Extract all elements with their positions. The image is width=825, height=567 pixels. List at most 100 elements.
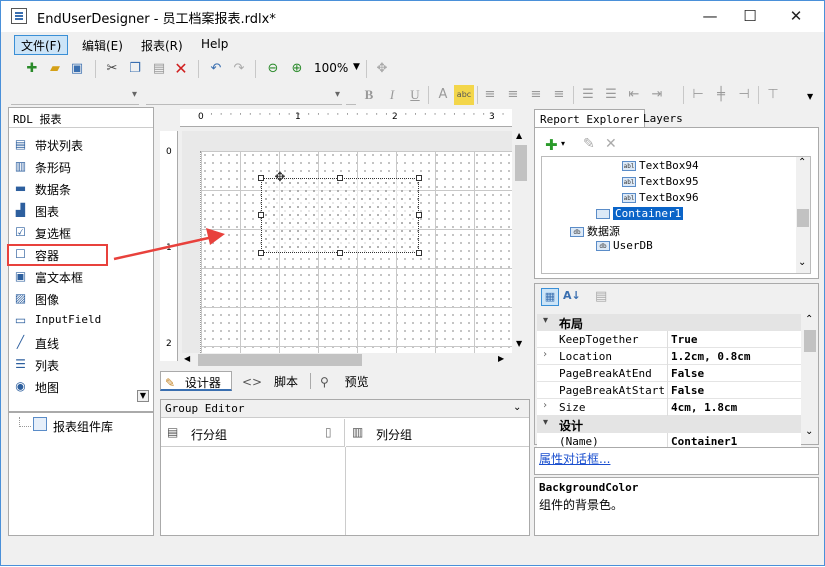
zoom-in-icon[interactable]: ⊕ — [287, 59, 307, 79]
indent-icon[interactable]: ⇥ — [647, 85, 667, 105]
canvas-horizontal-scrollbar[interactable]: ◀ ▶ — [182, 353, 512, 367]
collapse-icon[interactable]: ▾ — [543, 315, 548, 326]
tree-node[interactable]: abl TextBox95 — [622, 175, 699, 191]
property-row[interactable]: PageBreakAtStart False — [537, 382, 801, 399]
property-row[interactable]: KeepTogether True — [537, 331, 801, 348]
property-value[interactable]: False — [671, 384, 704, 397]
move-handle-icon[interactable]: ✥ — [273, 171, 287, 185]
tree-node[interactable]: Container1 — [596, 207, 684, 223]
align-left-icon[interactable]: ≡ — [480, 85, 500, 105]
resize-handle[interactable] — [337, 250, 343, 256]
resize-handle[interactable] — [258, 175, 264, 181]
remove-icon[interactable]: ✕ — [605, 136, 617, 152]
scroll-thumb[interactable] — [804, 330, 816, 352]
tab-layers[interactable]: Layers — [638, 109, 688, 129]
zoom-out-icon[interactable]: ⊖ — [263, 59, 283, 79]
menu-edit[interactable]: 编辑(E) — [75, 35, 130, 55]
size-combo[interactable] — [346, 85, 356, 105]
resize-handle[interactable] — [258, 212, 264, 218]
resize-handle[interactable] — [337, 175, 343, 181]
container-control[interactable] — [261, 178, 419, 253]
open-folder-icon[interactable]: ▰ — [45, 59, 65, 79]
zoom-level[interactable]: 100% — [314, 61, 348, 75]
scroll-down-icon[interactable]: ⌄ — [798, 257, 806, 268]
resize-handle[interactable] — [416, 250, 422, 256]
property-dialog-link[interactable]: 属性对话框... — [539, 450, 610, 467]
property-category[interactable]: ▾ 布局 — [537, 314, 801, 331]
style-combo[interactable]: ▾ — [11, 85, 139, 105]
property-value[interactable]: True — [671, 333, 698, 346]
numbered-list-icon[interactable]: ☰ — [601, 85, 621, 105]
property-row[interactable]: › Location 1.2cm, 0.8cm — [537, 348, 801, 365]
library-label[interactable]: 报表组件库 — [53, 418, 113, 435]
delete-icon[interactable]: ✕ — [171, 59, 191, 79]
toolbox-item[interactable]: ▭ InputField — [9, 310, 149, 332]
align-rights-icon[interactable]: ⊣ — [734, 85, 754, 105]
alphabetical-icon[interactable]: A↓ — [563, 289, 581, 302]
toolbox-item[interactable]: ╱ 直线 — [9, 332, 149, 354]
scroll-thumb[interactable] — [515, 145, 527, 181]
align-centers-icon[interactable]: ╪ — [711, 85, 731, 105]
highlight-color-icon[interactable]: abc — [454, 85, 474, 105]
font-color-icon[interactable]: A — [433, 85, 453, 105]
move-icon[interactable]: ✥ — [372, 59, 392, 79]
property-pages-icon[interactable]: ▤ — [595, 289, 607, 304]
scroll-thumb[interactable] — [797, 209, 809, 227]
property-row[interactable]: › Size 4cm, 1.8cm — [537, 399, 801, 416]
resize-handle[interactable] — [416, 175, 422, 181]
toolbox-scroll-down-icon[interactable]: ▼ — [137, 390, 149, 402]
font-combo[interactable]: ▾ — [146, 85, 342, 105]
canvas-vertical-scrollbar[interactable]: ▲ ▼ — [514, 131, 528, 353]
toolbox-item[interactable]: ▣ 富文本框 — [9, 266, 149, 288]
redo-icon[interactable]: ↷ — [229, 59, 249, 79]
bold-icon[interactable]: B — [359, 85, 379, 105]
tab-designer[interactable]: ✎ 设计器 — [160, 371, 232, 391]
toolbar-overflow-icon[interactable]: ▼ — [807, 92, 813, 101]
zoom-dropdown-icon[interactable]: ▼ — [353, 62, 360, 72]
scroll-up-icon[interactable]: ⌃ — [798, 157, 806, 168]
toolbox-item[interactable]: ▤ 带状列表 — [9, 134, 149, 156]
scroll-up-icon[interactable]: ⌃ — [805, 314, 813, 325]
property-value[interactable]: False — [671, 367, 704, 380]
copy-icon[interactable]: ❐ — [125, 59, 145, 79]
tree-scrollbar[interactable]: ⌃ ⌄ — [796, 157, 810, 273]
scroll-up-icon[interactable]: ▲ — [516, 131, 522, 140]
categorized-icon[interactable]: ▦ — [541, 288, 559, 306]
paste-icon[interactable]: ▤ — [149, 59, 169, 79]
outdent-icon[interactable]: ⇤ — [624, 85, 644, 105]
property-category[interactable]: ▾ 设计 — [537, 416, 801, 433]
scroll-right-icon[interactable]: ▶ — [498, 354, 504, 363]
toolbox-item[interactable]: ▟ 图表 — [9, 200, 149, 222]
scroll-down-icon[interactable]: ⌄ — [805, 426, 813, 437]
add-dropdown-icon[interactable]: ▾ — [561, 139, 565, 148]
scroll-left-icon[interactable]: ◀ — [184, 354, 190, 363]
tree-node[interactable]: abl TextBox94 — [622, 159, 699, 175]
save-icon[interactable]: ▣ — [67, 59, 87, 79]
property-row[interactable]: PageBreakAtEnd False — [537, 365, 801, 382]
align-center-icon[interactable]: ≡ — [503, 85, 523, 105]
menu-file[interactable]: 文件(F) — [14, 35, 69, 55]
underline-icon[interactable]: U — [405, 85, 425, 105]
collapse-chevron-icon[interactable]: ⌄ — [513, 402, 521, 413]
tree-node[interactable]: abl TextBox96 — [622, 191, 699, 207]
add-icon[interactable]: ✚ — [545, 136, 558, 154]
expand-icon[interactable]: › — [542, 400, 548, 411]
scroll-down-icon[interactable]: ▼ — [516, 339, 522, 348]
toolbox-item[interactable]: ☑ 复选框 — [9, 222, 149, 244]
undo-icon[interactable]: ↶ — [206, 59, 226, 79]
new-report-icon[interactable]: ✚ — [22, 59, 42, 79]
report-body[interactable]: ✥ — [200, 151, 512, 353]
property-value[interactable]: 4cm, 1.8cm — [671, 401, 737, 414]
toolbox-item[interactable]: ▨ 图像 — [9, 288, 149, 310]
maximize-button[interactable]: ☐ — [727, 1, 773, 32]
bullet-list-icon[interactable]: ☰ — [578, 85, 598, 105]
toolbox-item[interactable]: ▬ 数据条 — [9, 178, 149, 200]
row-group-handle-icon[interactable]: ▯ — [325, 425, 332, 439]
cut-icon[interactable]: ✂ — [102, 59, 122, 79]
tree-node[interactable]: db 数据源 — [570, 223, 620, 239]
tab-report-explorer[interactable]: Report Explorer — [534, 109, 646, 129]
property-value[interactable]: 1.2cm, 0.8cm — [671, 350, 750, 363]
align-right-icon[interactable]: ≡ — [526, 85, 546, 105]
toolbox-item[interactable]: ☰ 列表 — [9, 354, 149, 376]
close-button[interactable]: ✕ — [773, 1, 819, 32]
